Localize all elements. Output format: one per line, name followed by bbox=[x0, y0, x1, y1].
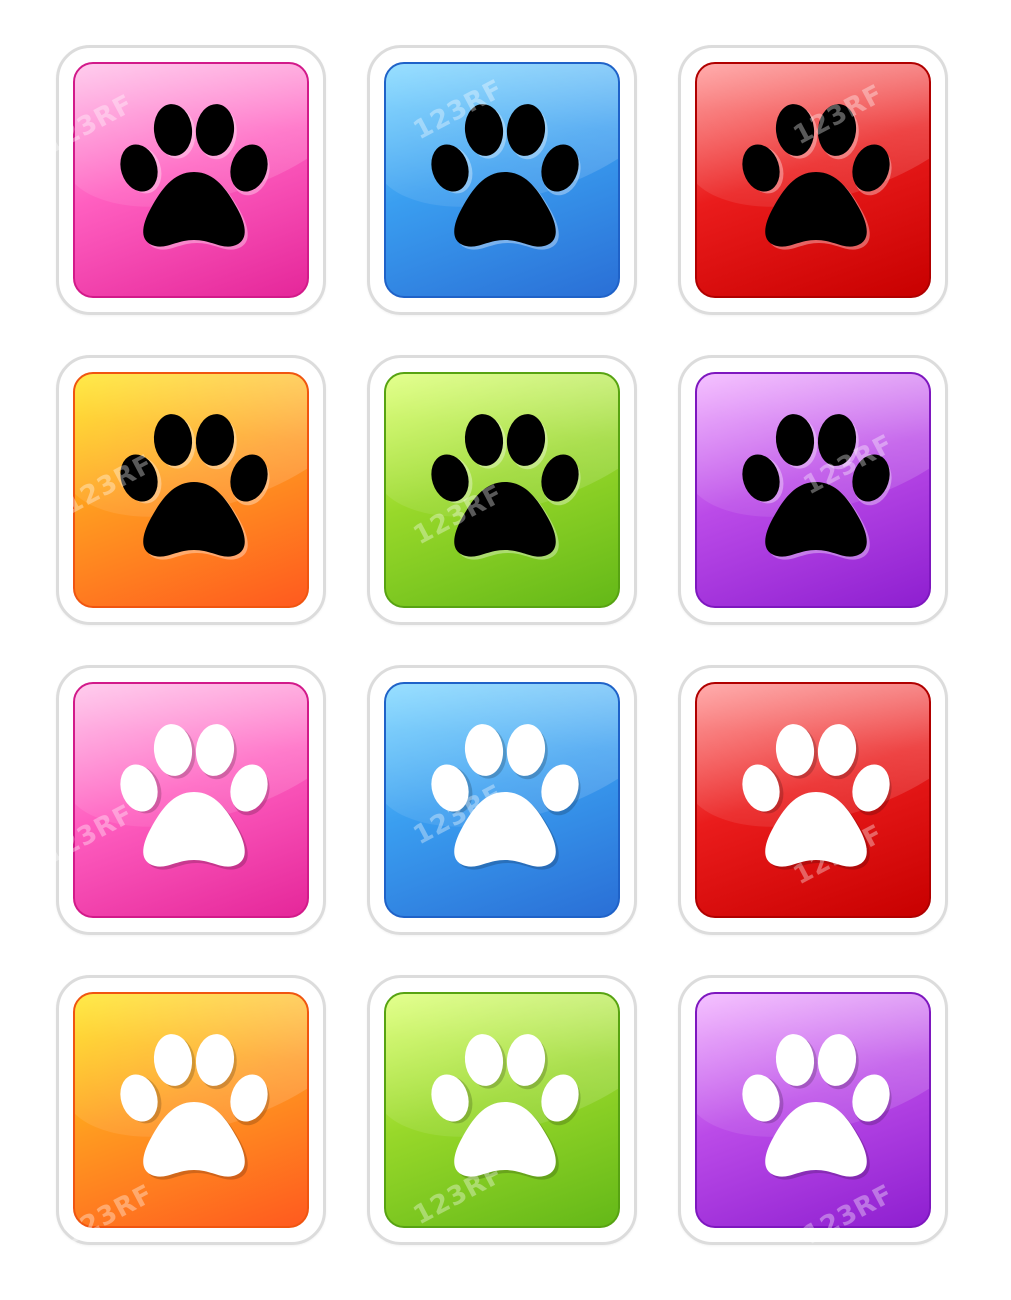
paw-sticker bbox=[678, 665, 948, 935]
paw-icon-white-orange bbox=[103, 1020, 283, 1200]
paw-tile bbox=[384, 62, 620, 298]
paw-tile bbox=[384, 682, 620, 918]
paw-tile bbox=[73, 62, 309, 298]
paw-icon-grid: 123RF 123RF 123RF 123RF 123RF 123RF 123RF 123RF… bbox=[0, 0, 1011, 1300]
paw-tile bbox=[384, 992, 620, 1228]
paw-icon-white-blue bbox=[414, 710, 594, 890]
paw-icon-black-purple bbox=[725, 400, 905, 580]
paw-sticker bbox=[56, 665, 326, 935]
paw-tile bbox=[695, 62, 931, 298]
paw-sticker bbox=[678, 355, 948, 625]
paw-icon-black-red bbox=[725, 90, 905, 270]
paw-icon-black-green bbox=[414, 400, 594, 580]
paw-sticker bbox=[56, 45, 326, 315]
paw-tile bbox=[73, 992, 309, 1228]
paw-sticker bbox=[678, 975, 948, 1245]
paw-sticker bbox=[367, 45, 637, 315]
paw-sticker bbox=[56, 355, 326, 625]
paw-sticker bbox=[367, 355, 637, 625]
paw-sticker bbox=[678, 45, 948, 315]
paw-icon-white-pink bbox=[103, 710, 283, 890]
paw-sticker bbox=[56, 975, 326, 1245]
paw-icon-black-blue bbox=[414, 90, 594, 270]
paw-sticker bbox=[367, 975, 637, 1245]
paw-icon-white-green bbox=[414, 1020, 594, 1200]
paw-tile bbox=[695, 372, 931, 608]
paw-icon-black-pink bbox=[103, 90, 283, 270]
paw-icon-white-red bbox=[725, 710, 905, 890]
paw-tile bbox=[384, 372, 620, 608]
paw-icon-white-purple bbox=[725, 1020, 905, 1200]
paw-tile bbox=[73, 372, 309, 608]
paw-tile bbox=[695, 992, 931, 1228]
paw-tile bbox=[73, 682, 309, 918]
paw-icon-black-orange bbox=[103, 400, 283, 580]
paw-tile bbox=[695, 682, 931, 918]
paw-sticker bbox=[367, 665, 637, 935]
